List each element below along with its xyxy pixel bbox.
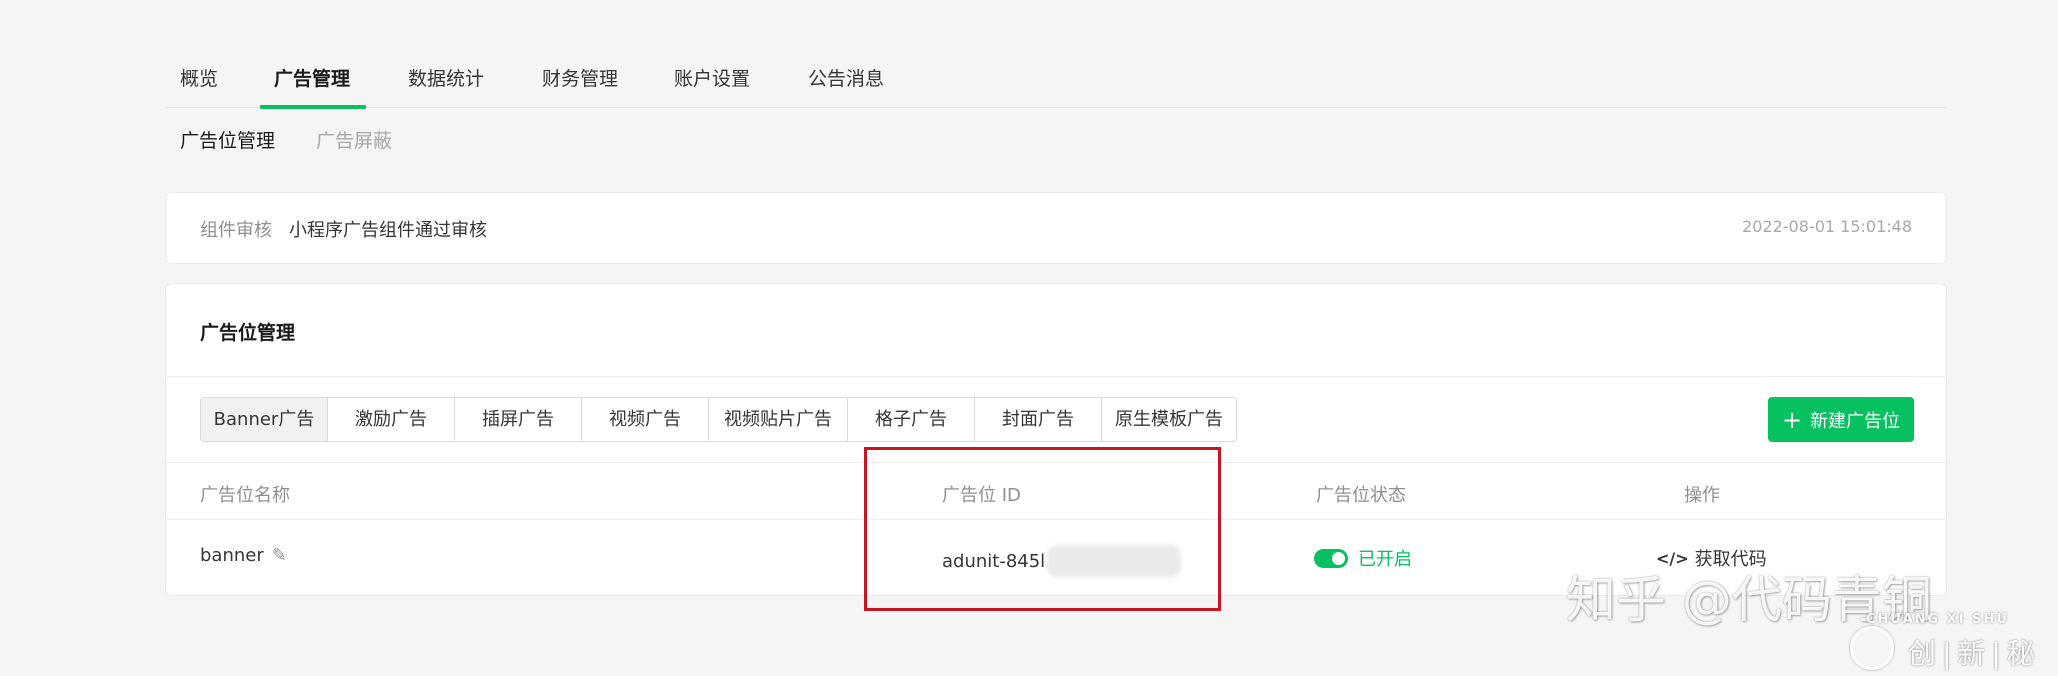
ad-slot-status-cell: 已开启 [1314,545,1412,571]
plus-icon: + [1781,405,1803,434]
ad-slot-name-cell: banner ✎ [200,545,287,566]
tab-finance[interactable]: 财务管理 [542,64,618,91]
ad-type-banner[interactable]: Banner广告 [201,398,328,441]
new-ad-slot-button[interactable]: + 新建广告位 [1768,397,1914,442]
status-toggle[interactable] [1314,548,1348,568]
active-tab-indicator [260,105,366,109]
subnav-ad-slot-management[interactable]: 广告位管理 [180,126,275,153]
subnav-ad-blocking[interactable]: 广告屏蔽 [316,126,392,153]
highlight-box [864,447,1221,611]
watermark-logo: CHUANG XI SHU 创|新|秘 [1850,612,2050,676]
top-nav: 概览 广告管理 数据统计 财务管理 账户设置 公告消息 [166,56,1946,109]
ad-type-grid[interactable]: 格子广告 [848,398,975,441]
tab-account-settings[interactable]: 账户设置 [674,64,750,91]
column-header-name: 广告位名称 [200,485,290,506]
logo-english: CHUANG XI SHU [1866,612,2009,627]
tab-data-statistics[interactable]: 数据统计 [408,64,484,91]
notice-timestamp: 2022-08-01 15:01:48 [1742,217,1912,236]
ad-type-video[interactable]: 视频广告 [582,398,709,441]
ad-type-cover[interactable]: 封面广告 [975,398,1102,441]
review-notice-card: 组件审核 小程序广告组件通过审核 2022-08-01 15:01:48 [166,193,1946,263]
ad-type-video-patch[interactable]: 视频贴片广告 [709,398,848,441]
ad-type-interstitial[interactable]: 插屏广告 [455,398,582,441]
notice-label: 组件审核 [200,220,272,241]
tab-overview[interactable]: 概览 [180,64,218,91]
column-header-status: 广告位状态 [1316,485,1406,506]
status-text: 已开启 [1358,549,1412,570]
ad-slot-name: banner [200,545,264,566]
logo-mark-icon [1850,626,1894,670]
ad-type-native-template[interactable]: 原生模板广告 [1102,398,1236,441]
notice-message: 小程序广告组件通过审核 [289,220,487,241]
ad-type-selector: Banner广告 激励广告 插屏广告 视频广告 视频贴片广告 格子广告 封面广告… [200,397,1237,442]
ad-type-rewarded[interactable]: 激励广告 [328,398,455,441]
logo-chinese: 创|新|秘 [1908,637,2041,670]
edit-pencil-icon[interactable]: ✎ [272,545,287,566]
column-header-actions: 操作 [1684,485,1720,506]
tab-announcements[interactable]: 公告消息 [808,64,884,91]
panel-title: 广告位管理 [200,322,296,344]
new-ad-slot-label: 新建广告位 [1810,410,1901,432]
divider [166,376,1946,377]
tab-ad-management[interactable]: 广告管理 [274,64,350,91]
